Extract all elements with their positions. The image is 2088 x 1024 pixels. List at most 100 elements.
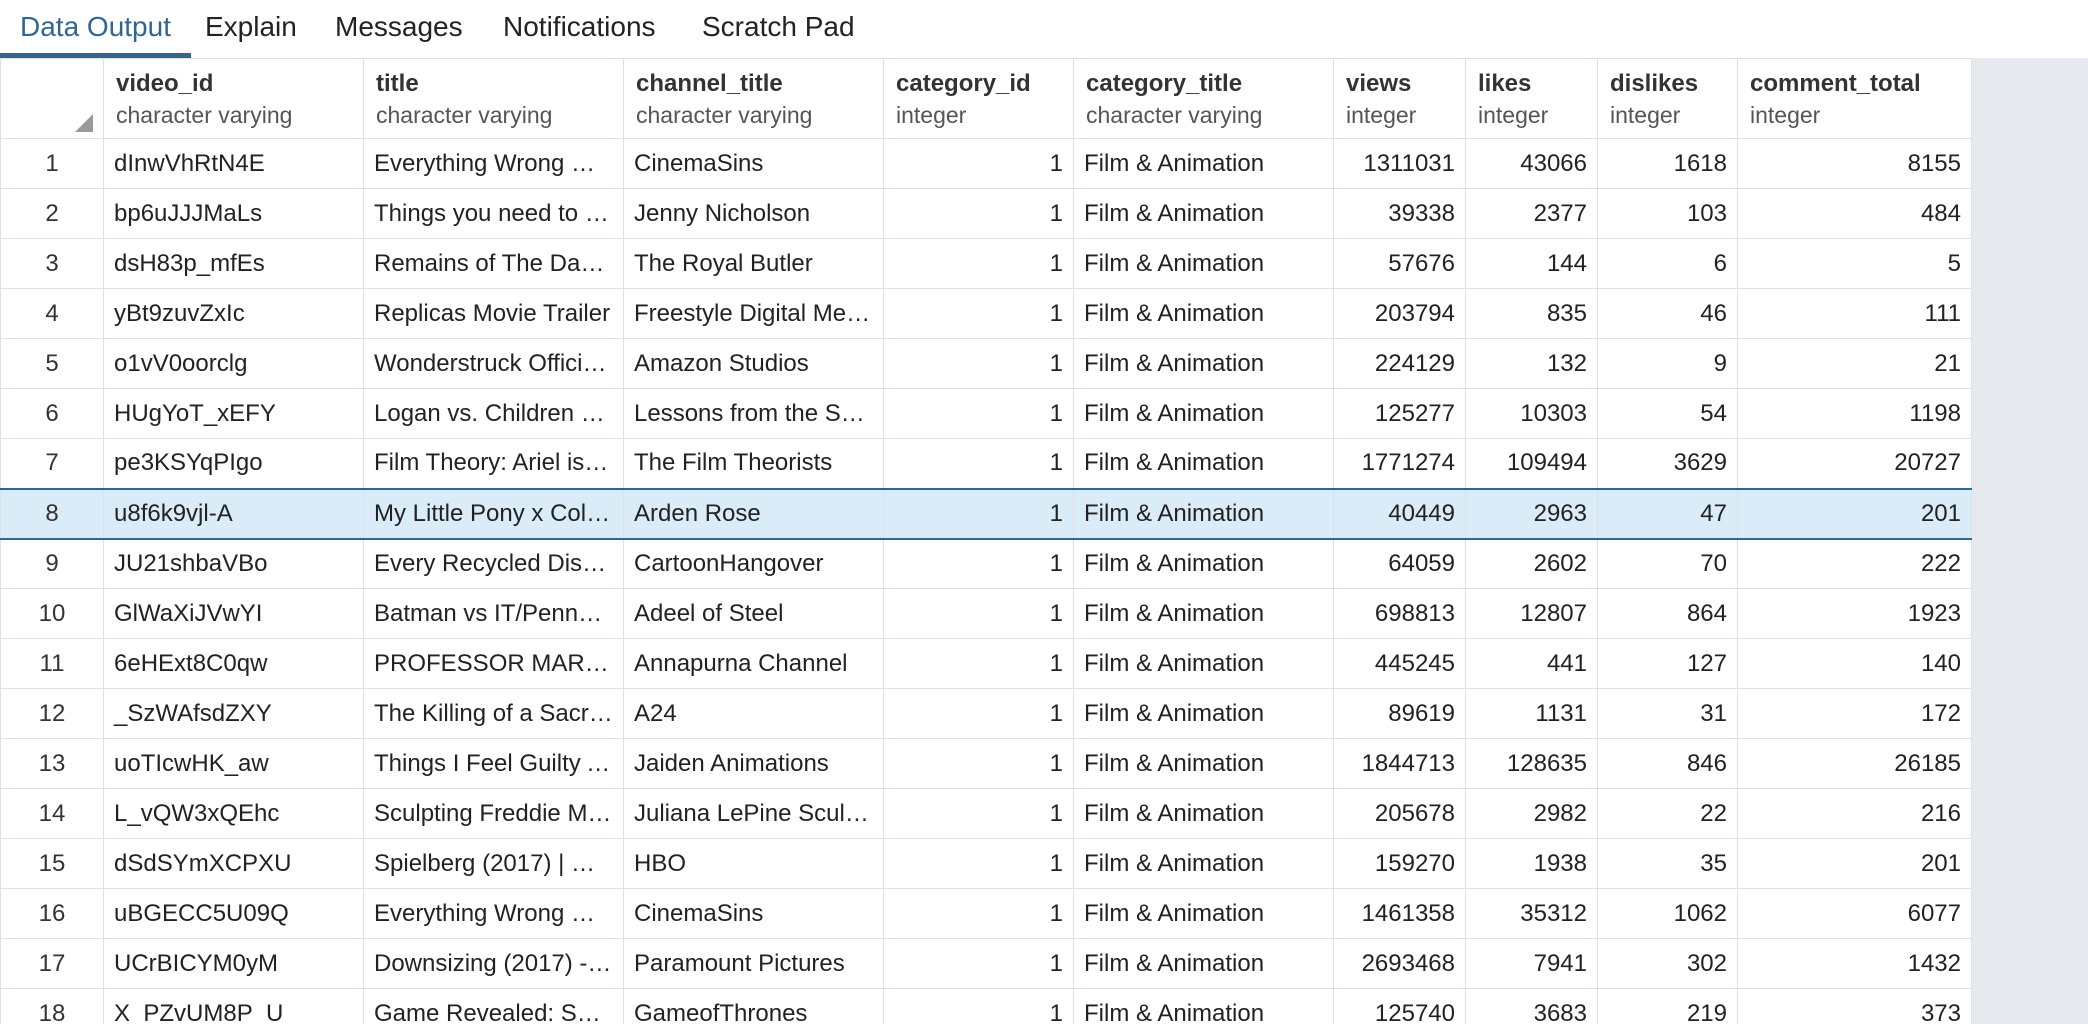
cell-title[interactable]: Things you need to k… <box>363 188 624 239</box>
cell-channel-title[interactable]: Lessons from the Sc… <box>623 388 884 439</box>
cell-likes[interactable]: 2963 <box>1465 487 1598 540</box>
cell-title[interactable]: Logan vs. Children o… <box>363 388 624 439</box>
column-header-comment-total[interactable]: comment_total integer <box>1737 58 1972 139</box>
cell-video-id[interactable]: uBGECC5U09Q <box>103 888 364 939</box>
cell-comment-total[interactable]: 1198 <box>1737 388 1972 439</box>
cell-video-id[interactable]: pe3KSYqPIgo <box>103 438 364 489</box>
cell-views[interactable]: 698813 <box>1333 588 1466 639</box>
cell-comment-total[interactable]: 1923 <box>1737 588 1972 639</box>
cell-likes[interactable]: 1131 <box>1465 688 1598 739</box>
tab-notifications[interactable]: Notifications <box>483 0 676 58</box>
cell-category-title[interactable]: Film & Animation <box>1073 487 1334 540</box>
cell-views[interactable]: 1844713 <box>1333 738 1466 789</box>
cell-likes[interactable]: 109494 <box>1465 438 1598 489</box>
cell-category-title[interactable]: Film & Animation <box>1073 688 1334 739</box>
row-number[interactable]: 2 <box>0 188 104 239</box>
cell-views[interactable]: 1771274 <box>1333 438 1466 489</box>
cell-category-id[interactable]: 1 <box>883 188 1074 239</box>
cell-comment-total[interactable]: 111 <box>1737 288 1972 339</box>
table-row[interactable]: 15 dSdSYmXCPXU Spielberg (2017) | O… HBO 1 Fi… <box>0 838 1972 889</box>
cell-category-id[interactable]: 1 <box>883 138 1074 189</box>
cell-likes[interactable]: 43066 <box>1465 138 1598 189</box>
cell-views[interactable]: 205678 <box>1333 788 1466 839</box>
cell-category-title[interactable]: Film & Animation <box>1073 338 1334 389</box>
cell-channel-title[interactable]: The Royal Butler <box>623 238 884 289</box>
cell-video-id[interactable]: dSdSYmXCPXU <box>103 838 364 889</box>
cell-dislikes[interactable]: 47 <box>1597 487 1738 540</box>
cell-dislikes[interactable]: 22 <box>1597 788 1738 839</box>
cell-title[interactable]: Sculpting Freddie M… <box>363 788 624 839</box>
cell-channel-title[interactable]: Jenny Nicholson <box>623 188 884 239</box>
cell-category-title[interactable]: Film & Animation <box>1073 988 1334 1024</box>
cell-category-id[interactable]: 1 <box>883 988 1074 1024</box>
column-header-channel-title[interactable]: channel_title character varying <box>623 58 884 139</box>
cell-category-title[interactable]: Film & Animation <box>1073 538 1334 589</box>
row-number[interactable]: 5 <box>0 338 104 389</box>
cell-category-id[interactable]: 1 <box>883 438 1074 489</box>
cell-channel-title[interactable]: A24 <box>623 688 884 739</box>
cell-dislikes[interactable]: 103 <box>1597 188 1738 239</box>
cell-video-id[interactable]: dsH83p_mfEs <box>103 238 364 289</box>
cell-category-title[interactable]: Film & Animation <box>1073 938 1334 989</box>
cell-title[interactable]: Replicas Movie Trailer <box>363 288 624 339</box>
cell-views[interactable]: 39338 <box>1333 188 1466 239</box>
cell-channel-title[interactable]: Adeel of Steel <box>623 588 884 639</box>
cell-views[interactable]: 224129 <box>1333 338 1466 389</box>
cell-dislikes[interactable]: 31 <box>1597 688 1738 739</box>
cell-category-title[interactable]: Film & Animation <box>1073 188 1334 239</box>
cell-category-title[interactable]: Film & Animation <box>1073 638 1334 689</box>
column-header-video-id[interactable]: video_id character varying <box>103 58 364 139</box>
cell-likes[interactable]: 835 <box>1465 288 1598 339</box>
column-header-category-id[interactable]: category_id integer <box>883 58 1074 139</box>
cell-dislikes[interactable]: 6 <box>1597 238 1738 289</box>
cell-category-id[interactable]: 1 <box>883 838 1074 889</box>
row-number[interactable]: 8 <box>0 487 104 540</box>
column-header-category-title[interactable]: category_title character varying <box>1073 58 1334 139</box>
cell-channel-title[interactable]: Annapurna Channel <box>623 638 884 689</box>
column-header-title[interactable]: title character varying <box>363 58 624 139</box>
cell-views[interactable]: 64059 <box>1333 538 1466 589</box>
table-row[interactable]: 1 dInwVhRtN4E Everything Wrong Wi… CinemaSi… <box>0 138 1972 189</box>
cell-dislikes[interactable]: 846 <box>1597 738 1738 789</box>
cell-comment-total[interactable]: 373 <box>1737 988 1972 1024</box>
row-number[interactable]: 9 <box>0 538 104 589</box>
cell-video-id[interactable]: JU21shbaVBo <box>103 538 364 589</box>
cell-category-id[interactable]: 1 <box>883 388 1074 439</box>
cell-comment-total[interactable]: 216 <box>1737 788 1972 839</box>
cell-channel-title[interactable]: CinemaSins <box>623 138 884 189</box>
cell-likes[interactable]: 7941 <box>1465 938 1598 989</box>
cell-likes[interactable]: 144 <box>1465 238 1598 289</box>
cell-views[interactable]: 2693468 <box>1333 938 1466 989</box>
cell-category-title[interactable]: Film & Animation <box>1073 588 1334 639</box>
row-number[interactable]: 6 <box>0 388 104 439</box>
cell-views[interactable]: 40449 <box>1333 487 1466 540</box>
cell-title[interactable]: The Killing of a Sacr… <box>363 688 624 739</box>
table-row[interactable]: 5 o1vV0oorclg Wonderstruck Officia… Amazon … <box>0 338 1972 389</box>
cell-dislikes[interactable]: 864 <box>1597 588 1738 639</box>
table-row[interactable]: 14 L_vQW3xQEhc Sculpting Freddie M… Juliana… <box>0 788 1972 839</box>
row-number[interactable]: 11 <box>0 638 104 689</box>
cell-category-id[interactable]: 1 <box>883 738 1074 789</box>
table-row[interactable]: 17 UCrBICYM0yM Downsizing (2017) - … Paramo… <box>0 938 1972 989</box>
cell-title[interactable]: Game Revealed: Sea… <box>363 988 624 1024</box>
cell-comment-total[interactable]: 1432 <box>1737 938 1972 989</box>
cell-category-id[interactable]: 1 <box>883 788 1074 839</box>
cell-channel-title[interactable]: CartoonHangover <box>623 538 884 589</box>
cell-likes[interactable]: 3683 <box>1465 988 1598 1024</box>
cell-video-id[interactable]: L_vQW3xQEhc <box>103 788 364 839</box>
row-number[interactable]: 17 <box>0 938 104 989</box>
cell-title[interactable]: Remains of The Day … <box>363 238 624 289</box>
table-row[interactable]: 16 uBGECC5U09Q Everything Wrong Wi… CinemaS… <box>0 888 1972 939</box>
row-number[interactable]: 13 <box>0 738 104 789</box>
cell-comment-total[interactable]: 172 <box>1737 688 1972 739</box>
cell-views[interactable]: 125740 <box>1333 988 1466 1024</box>
cell-comment-total[interactable]: 140 <box>1737 638 1972 689</box>
cell-dislikes[interactable]: 1062 <box>1597 888 1738 939</box>
cell-dislikes[interactable]: 46 <box>1597 288 1738 339</box>
cell-likes[interactable]: 441 <box>1465 638 1598 689</box>
cell-dislikes[interactable]: 9 <box>1597 338 1738 389</box>
cell-likes[interactable]: 10303 <box>1465 388 1598 439</box>
cell-comment-total[interactable]: 21 <box>1737 338 1972 389</box>
row-number[interactable]: 3 <box>0 238 104 289</box>
cell-category-title[interactable]: Film & Animation <box>1073 138 1334 189</box>
